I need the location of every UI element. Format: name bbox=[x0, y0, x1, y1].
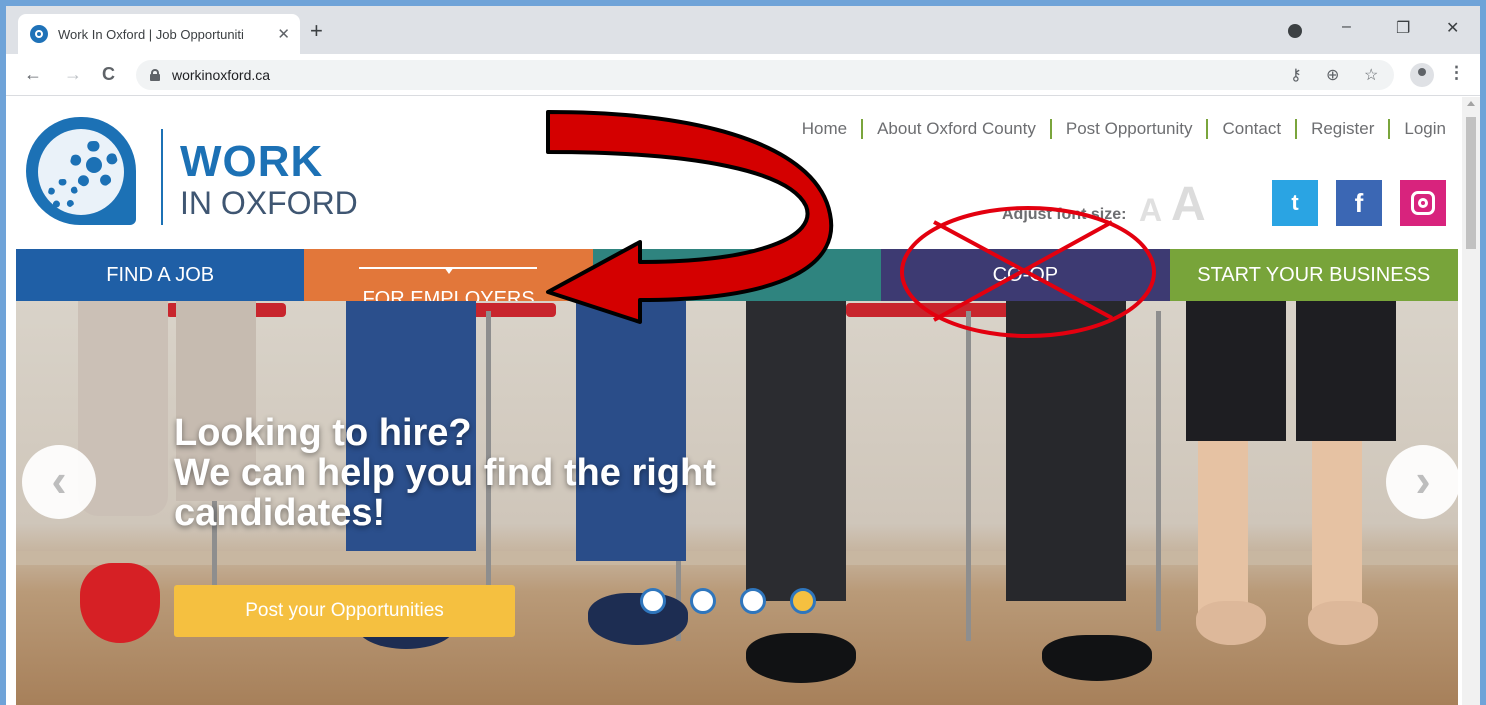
facebook-glyph: f bbox=[1354, 187, 1364, 218]
close-window-icon[interactable]: ✕ bbox=[1446, 18, 1459, 38]
nav-label: START YOUR BUSINESS bbox=[1197, 263, 1431, 286]
site-favicon-icon bbox=[30, 25, 48, 43]
link-separator bbox=[1206, 119, 1209, 139]
link-login[interactable]: Login bbox=[1404, 119, 1446, 139]
post-opportunities-button[interactable]: Post your Opportunities bbox=[174, 585, 515, 637]
shoe bbox=[1042, 635, 1152, 681]
leg bbox=[1186, 301, 1286, 441]
browser-tab[interactable]: Work In Oxford | Job Opportuniti ✕ bbox=[18, 14, 300, 54]
shoe bbox=[1196, 601, 1266, 645]
browser-toolbar: ← → C workinoxford.ca ⚷ ⊕ ☆ ⋮ bbox=[6, 54, 1480, 96]
link-separator bbox=[1049, 119, 1052, 139]
link-register[interactable]: Register bbox=[1311, 119, 1374, 139]
leg bbox=[1312, 441, 1362, 621]
lock-icon[interactable] bbox=[150, 69, 160, 81]
forward-icon[interactable]: → bbox=[64, 64, 82, 85]
profile-avatar-icon[interactable] bbox=[1410, 63, 1434, 87]
top-links: Home About Oxford County Post Opportunit… bbox=[802, 119, 1446, 139]
nav-co-op[interactable]: CO-OP bbox=[881, 249, 1170, 301]
nav-find-a-job[interactable]: FIND A JOB bbox=[16, 249, 305, 301]
chrome-menu-icon[interactable]: ⋮ bbox=[1448, 63, 1465, 83]
twitter-glyph: t bbox=[1291, 190, 1299, 215]
carousel-dot[interactable] bbox=[740, 588, 766, 614]
main-navigation: FIND A JOB FOR EMPLOYERS EER CO-OP START… bbox=[16, 249, 1458, 325]
chevron-left-icon: ‹ bbox=[51, 454, 67, 506]
logo-divider bbox=[161, 129, 163, 225]
hero-line-1: Looking to hire? bbox=[174, 412, 472, 454]
nav-label: FIND A JOB bbox=[106, 263, 215, 286]
reload-icon[interactable]: C bbox=[102, 64, 115, 85]
instagram-icon[interactable] bbox=[1400, 180, 1446, 226]
chair-leg bbox=[1156, 311, 1161, 631]
link-post-opportunity[interactable]: Post Opportunity bbox=[1066, 119, 1193, 139]
font-increase-button[interactable]: A bbox=[1171, 177, 1206, 232]
carousel-prev-button[interactable]: ‹ bbox=[22, 445, 96, 519]
logo-oxford-text[interactable]: IN OXFORD bbox=[180, 185, 358, 222]
gear-icon bbox=[70, 141, 118, 189]
carousel-next-button[interactable]: › bbox=[1386, 445, 1458, 519]
instagram-glyph bbox=[1411, 191, 1435, 215]
chrome-profile-icon[interactable] bbox=[1288, 24, 1302, 38]
shoe bbox=[1308, 601, 1378, 645]
zoom-icon[interactable]: ⊕ bbox=[1326, 65, 1339, 85]
gear-small-icon bbox=[48, 179, 78, 209]
nav-start-your-business[interactable]: START YOUR BUSINESS bbox=[1169, 249, 1458, 301]
caret-down-icon bbox=[444, 267, 455, 274]
leg bbox=[1296, 301, 1396, 441]
hero-line-3: candidates! bbox=[174, 492, 386, 534]
new-tab-icon[interactable]: + bbox=[310, 20, 323, 42]
link-contact[interactable]: Contact bbox=[1222, 119, 1281, 139]
minimize-icon[interactable]: – bbox=[1342, 18, 1351, 36]
link-separator bbox=[861, 119, 864, 139]
scroll-thumb[interactable] bbox=[1466, 117, 1476, 249]
shoe bbox=[80, 563, 160, 643]
address-bar[interactable]: workinoxford.ca ⚷ ⊕ ☆ bbox=[136, 60, 1394, 90]
hero-headline: Looking to hire? We can help you find th… bbox=[174, 413, 716, 533]
tab-strip: Work In Oxford | Job Opportuniti ✕ + – ❐… bbox=[6, 6, 1480, 54]
carousel-dot[interactable] bbox=[690, 588, 716, 614]
nav-label: EER bbox=[716, 263, 758, 286]
tab-title: Work In Oxford | Job Opportuniti bbox=[58, 26, 244, 42]
nav-career[interactable]: EER bbox=[592, 249, 882, 301]
tab-close-icon[interactable]: ✕ bbox=[277, 25, 290, 43]
chevron-right-icon: › bbox=[1415, 454, 1431, 506]
scroll-up-icon[interactable] bbox=[1467, 101, 1475, 106]
carousel-dot-active[interactable] bbox=[790, 588, 816, 614]
vertical-scrollbar[interactable] bbox=[1462, 97, 1480, 705]
leg bbox=[1006, 301, 1126, 601]
shoe bbox=[746, 633, 856, 683]
key-icon[interactable]: ⚷ bbox=[1290, 65, 1302, 85]
logo-gears-icon[interactable] bbox=[26, 117, 136, 225]
url-text[interactable]: workinoxford.ca bbox=[172, 67, 270, 83]
hero-carousel: Looking to hire? We can help you find th… bbox=[16, 301, 1458, 705]
restore-icon[interactable]: ❐ bbox=[1396, 18, 1410, 38]
link-separator bbox=[1388, 119, 1391, 139]
link-about-oxford-county[interactable]: About Oxford County bbox=[877, 119, 1036, 139]
link-home[interactable]: Home bbox=[802, 119, 847, 139]
leg bbox=[1198, 441, 1248, 621]
link-separator bbox=[1295, 119, 1298, 139]
hero-line-2: We can help you find the right bbox=[174, 452, 716, 494]
carousel-dot[interactable] bbox=[640, 588, 666, 614]
font-decrease-button[interactable]: A bbox=[1139, 192, 1162, 229]
carousel-dots bbox=[640, 588, 816, 614]
bookmark-star-icon[interactable]: ☆ bbox=[1364, 65, 1378, 85]
chair-leg bbox=[966, 311, 971, 641]
nav-label: CO-OP bbox=[992, 263, 1059, 286]
font-size-label: Adjust font size: bbox=[1002, 206, 1127, 223]
chair bbox=[846, 303, 1026, 317]
twitter-icon[interactable]: t bbox=[1272, 180, 1318, 226]
leg bbox=[746, 301, 846, 601]
logo-work-text[interactable]: WORK bbox=[180, 137, 323, 187]
back-icon[interactable]: ← bbox=[24, 64, 42, 85]
facebook-icon[interactable]: f bbox=[1336, 180, 1382, 226]
